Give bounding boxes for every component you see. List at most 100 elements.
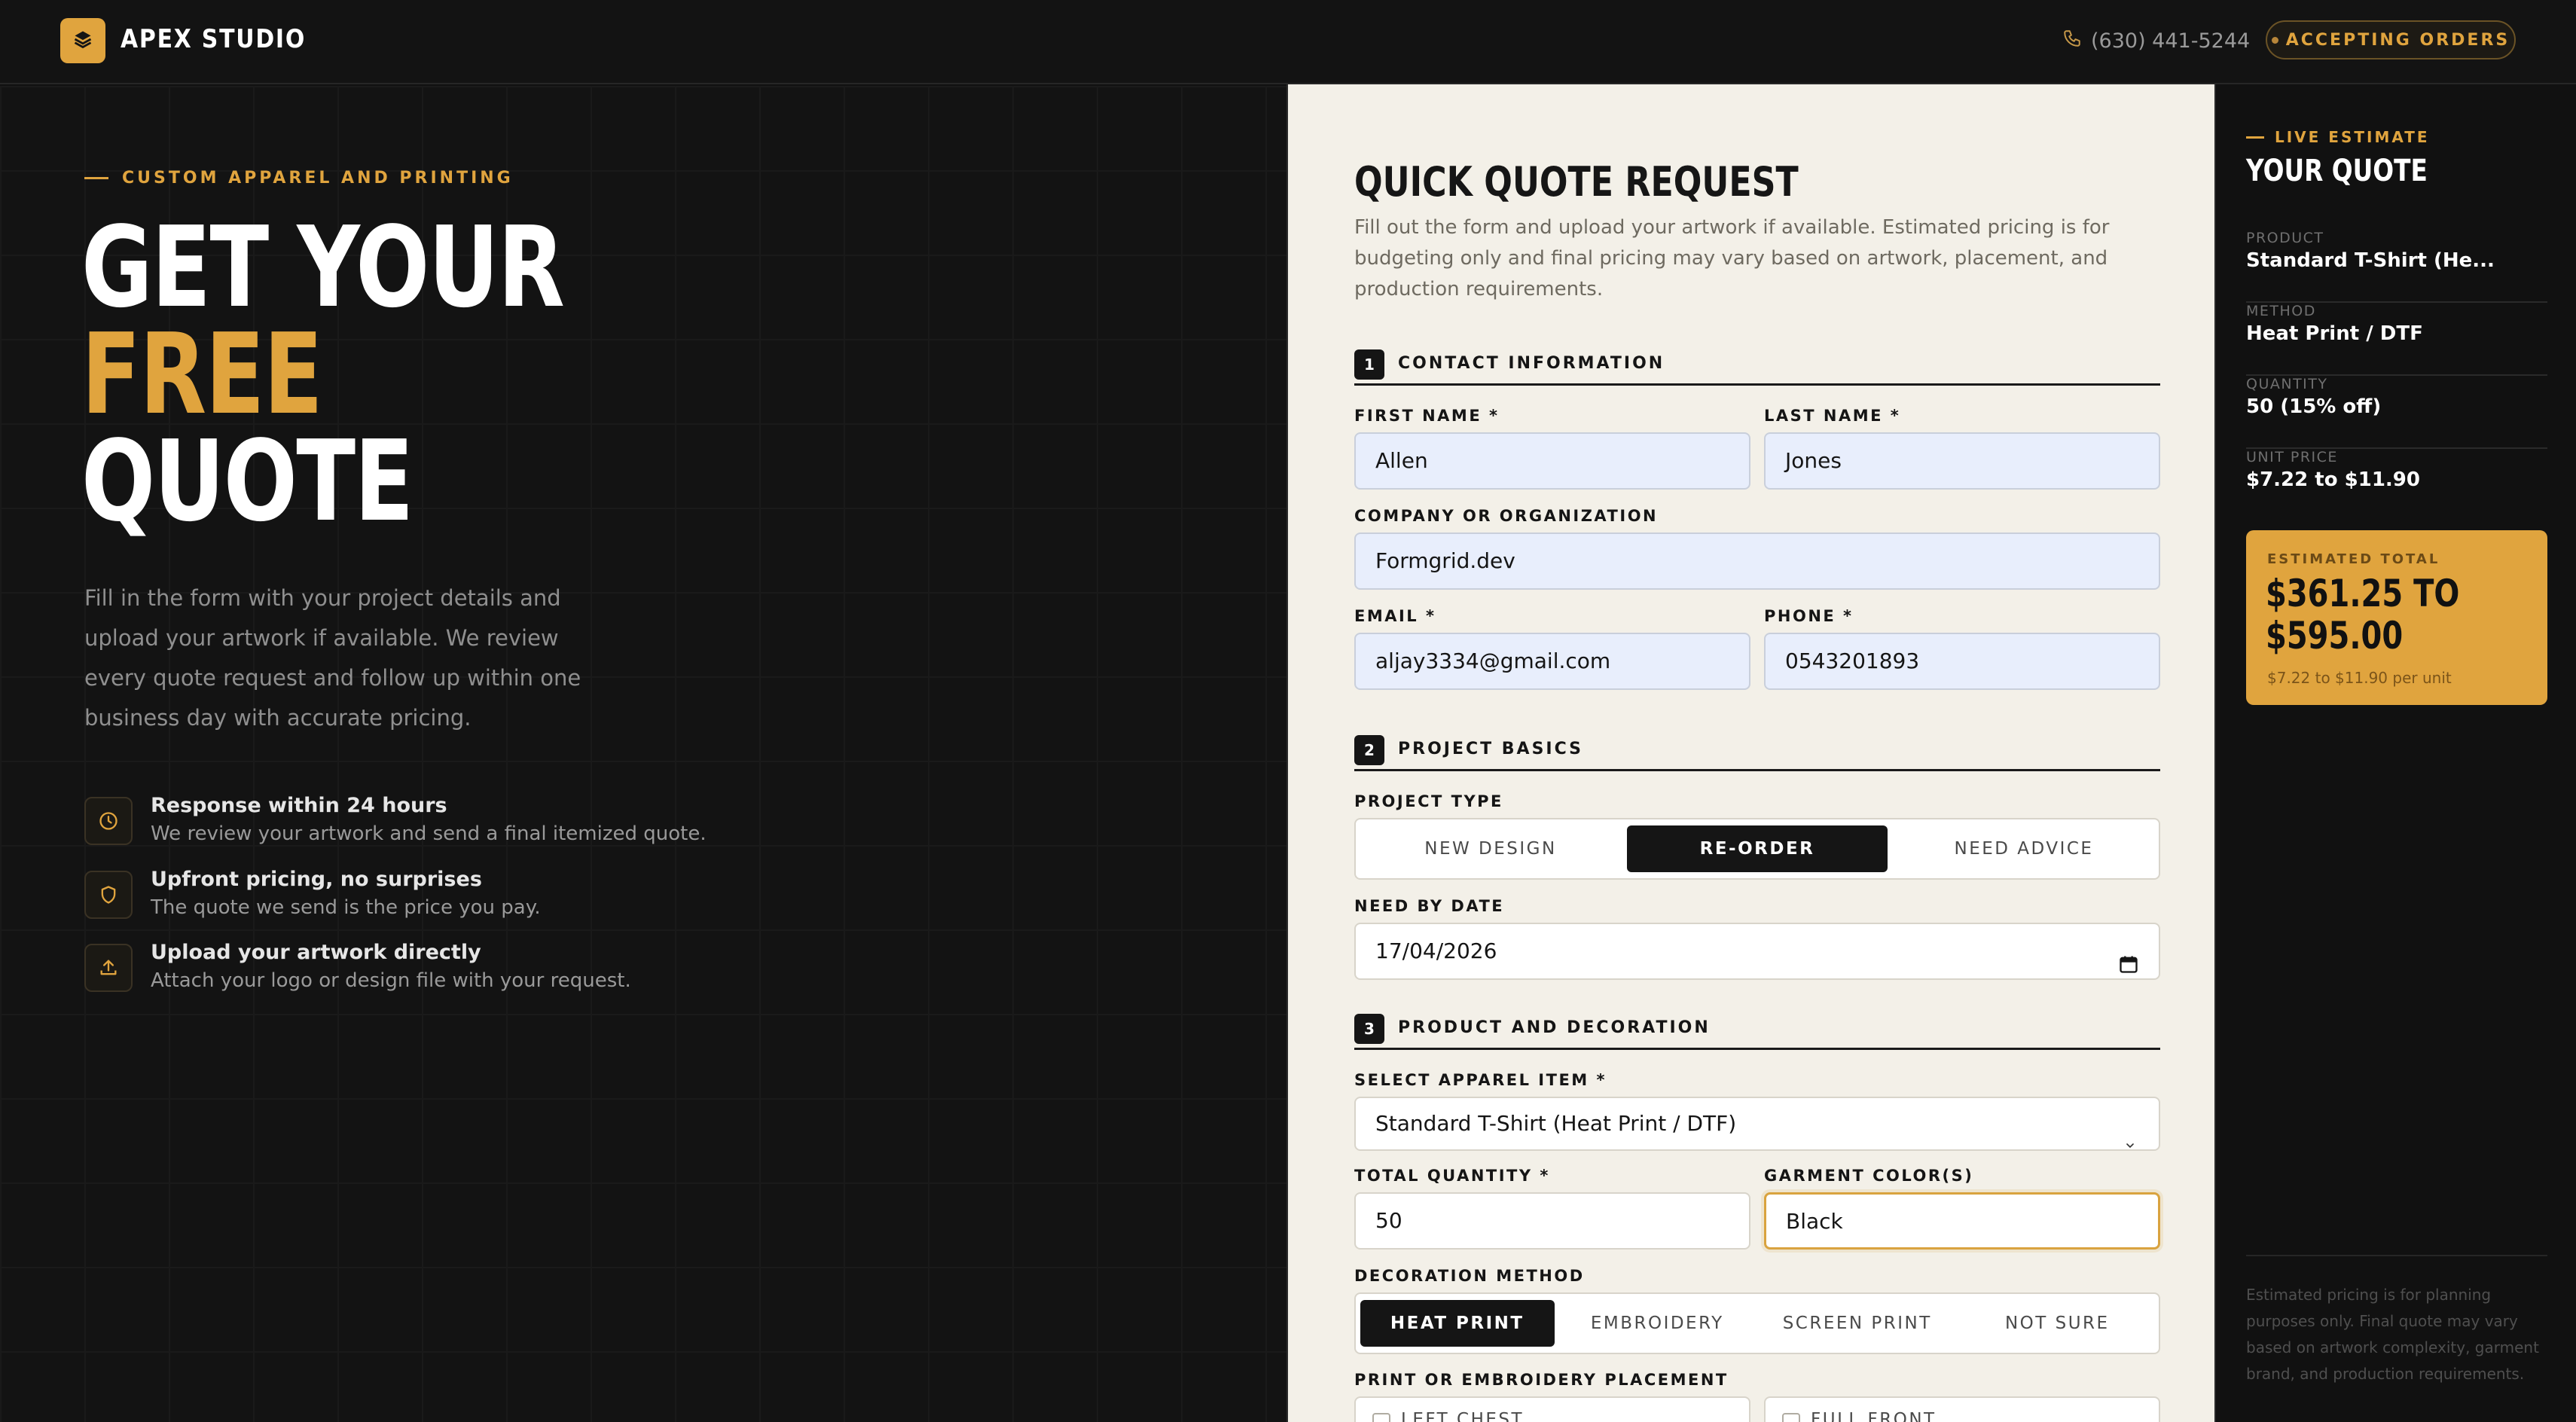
layers-icon	[72, 29, 93, 53]
apparel-item-label: SELECT APPAREL ITEM *	[1354, 1071, 1607, 1089]
checkbox[interactable]	[1782, 1413, 1800, 1422]
need-by-date-label: NEED BY DATE	[1354, 897, 1505, 915]
estimate-row-quantity: QUANTITY 50 (15% off)	[2246, 376, 2547, 449]
clock-icon	[84, 797, 133, 845]
estimate-value: $7.22 to $11.90	[2246, 468, 2420, 491]
quantity-field[interactable]: 50	[1354, 1192, 1750, 1250]
form-description: Fill out the form and upload your artwor…	[1354, 216, 2110, 301]
hero-eyebrow: CUSTOM APPAREL AND PRINTING	[84, 169, 514, 188]
estimate-row-method: METHOD Heat Print / DTF	[2246, 303, 2547, 376]
section-number: 2	[1354, 735, 1384, 765]
estimated-total-label: ESTIMATED TOTAL	[2267, 551, 2440, 567]
last-name-field[interactable]: Jones	[1764, 432, 2160, 490]
live-estimate-panel: LIVE ESTIMATE YOUR QUOTE PRODUCT Standar…	[2217, 84, 2576, 1422]
eyebrow-dash	[2246, 136, 2264, 139]
estimate-key: METHOD	[2246, 303, 2316, 319]
placement-option-label: FULL FRONT	[1811, 1410, 1937, 1422]
hero-title-line-1: GET YOUR	[81, 203, 565, 332]
phone-label: PHONE *	[1764, 607, 1854, 625]
estimate-value: 50 (15% off)	[2246, 395, 2382, 418]
checkbox[interactable]	[1372, 1413, 1390, 1422]
email-field[interactable]: aljay3334@gmail.com	[1354, 633, 1750, 690]
section-contact-information: 1 CONTACT INFORMATION	[1354, 343, 2160, 386]
status-badge: ACCEPTING ORDERS	[2266, 20, 2516, 60]
estimated-total-value: $361.25 TO $595.00	[2266, 572, 2543, 657]
shield-icon	[84, 871, 133, 919]
hero-title: GET YOUR FREE QUOTE	[81, 203, 610, 537]
section-number: 1	[1354, 349, 1384, 380]
estimated-total-per-unit: $7.22 to $11.90 per unit	[2267, 669, 2452, 687]
estimate-row-product: PRODUCT Standard T-Shirt (He...	[2246, 230, 2547, 303]
placement-option-label: LEFT CHEST	[1401, 1410, 1525, 1422]
phone-icon	[2062, 29, 2082, 53]
project-type-re-order[interactable]: RE-ORDER	[1627, 825, 1888, 872]
feature-item: Response within 24 hours We review your …	[84, 794, 838, 854]
placement-full-front[interactable]: FULL FRONT	[1764, 1396, 2160, 1422]
decoration-not-sure[interactable]: NOT SURE	[1961, 1300, 2155, 1347]
email-label: EMAIL *	[1354, 607, 1436, 625]
estimated-total-line-2: $595.00	[2266, 614, 2404, 658]
quantity-label: TOTAL QUANTITY *	[1354, 1167, 1550, 1185]
section-title: PROJECT BASICS	[1398, 740, 1584, 758]
estimate-eyebrow-text: LIVE ESTIMATE	[2275, 128, 2430, 146]
phone-field[interactable]: 0543201893	[1764, 633, 2160, 690]
need-by-date-value: 17/04/2026	[1375, 938, 1497, 963]
feature-title: Upload your artwork directly	[151, 941, 481, 964]
estimate-row-unit-price: UNIT PRICE $7.22 to $11.90	[2246, 449, 2547, 522]
estimate-key: QUANTITY	[2246, 376, 2328, 392]
estimate-key: UNIT PRICE	[2246, 449, 2338, 465]
estimated-total-card: ESTIMATED TOTAL $361.25 TO $595.00 $7.22…	[2246, 530, 2547, 705]
need-by-date-field[interactable]: 17/04/2026	[1354, 923, 2160, 980]
feature-title: Upfront pricing, no surprises	[151, 868, 482, 891]
decoration-screen-print[interactable]: SCREEN PRINT	[1760, 1300, 1955, 1347]
logo[interactable]	[60, 18, 105, 63]
phone-number: (630) 441-5244	[2091, 29, 2251, 53]
phone-link[interactable]: (630) 441-5244	[2062, 26, 2250, 56]
calendar-icon[interactable]	[2118, 941, 2139, 978]
brand-name[interactable]: APEX STUDIO	[121, 21, 306, 57]
section-title: CONTACT INFORMATION	[1398, 354, 1665, 373]
decoration-heat-print[interactable]: HEAT PRINT	[1360, 1300, 1555, 1347]
decoration-method-label: DECORATION METHOD	[1354, 1267, 1585, 1285]
placement-left-chest[interactable]: LEFT CHEST	[1354, 1396, 1750, 1422]
garment-colors-field[interactable]: Black	[1764, 1192, 2160, 1250]
status-badge-label: ACCEPTING ORDERS	[2285, 30, 2510, 50]
decoration-method-selector: HEAT PRINT EMBROIDERY SCREEN PRINT NOT S…	[1354, 1292, 2160, 1354]
garment-colors-label: GARMENT COLOR(S)	[1764, 1167, 1974, 1185]
section-number: 3	[1354, 1014, 1384, 1044]
eyebrow-dash	[84, 177, 108, 179]
project-type-new-design[interactable]: NEW DESIGN	[1360, 825, 1621, 872]
project-type-need-advice[interactable]: NEED ADVICE	[1894, 825, 2154, 872]
hero-description: Fill in the form with your project detai…	[84, 585, 581, 731]
hero-title-line-2: FREE	[81, 310, 323, 439]
first-name-label: FIRST NAME *	[1354, 407, 1500, 425]
estimate-eyebrow: LIVE ESTIMATE	[2246, 128, 2430, 146]
hero-eyebrow-text: CUSTOM APPAREL AND PRINTING	[122, 169, 514, 188]
project-type-selector: NEW DESIGN RE-ORDER NEED ADVICE	[1354, 818, 2160, 880]
first-name-field[interactable]: Allen	[1354, 432, 1750, 490]
apparel-item-select[interactable]: Standard T-Shirt (Heat Print / DTF)	[1354, 1097, 2160, 1151]
feature-subtitle: We review your artwork and send a final …	[151, 822, 707, 845]
quote-form: QUICK QUOTE REQUEST Fill out the form an…	[1286, 84, 2216, 1422]
upload-icon	[84, 944, 133, 992]
section-product-and-decoration: 3 PRODUCT AND DECORATION	[1354, 1008, 2160, 1050]
feature-item: Upfront pricing, no surprises The quote …	[84, 868, 838, 928]
project-type-label: PROJECT TYPE	[1354, 792, 1503, 810]
status-dot	[2271, 36, 2278, 44]
feature-subtitle: Attach your logo or design file with you…	[151, 969, 631, 992]
section-project-basics: 2 PROJECT BASICS	[1354, 729, 2160, 771]
hero-section: CUSTOM APPAREL AND PRINTING GET YOUR FRE…	[0, 86, 1286, 1422]
feature-title: Response within 24 hours	[151, 794, 447, 817]
estimate-value: Standard T-Shirt (He...	[2246, 249, 2495, 272]
feature-subtitle: The quote we send is the price you pay.	[151, 896, 541, 919]
apparel-item-value: Standard T-Shirt (Heat Print / DTF)	[1375, 1111, 1737, 1136]
top-bar: APEX STUDIO (630) 441-5244 ACCEPTING ORD…	[0, 0, 2576, 84]
decoration-embroidery[interactable]: EMBROIDERY	[1561, 1300, 1755, 1347]
last-name-label: LAST NAME *	[1764, 407, 1901, 425]
company-field[interactable]: Formgrid.dev	[1354, 532, 2160, 590]
form-title: QUICK QUOTE REQUEST	[1354, 158, 1799, 206]
estimated-total-line-1: $361.25 TO	[2266, 572, 2460, 615]
feature-item: Upload your artwork directly Attach your…	[84, 941, 838, 1001]
estimate-disclaimer: Estimated pricing is for planning purpos…	[2246, 1255, 2547, 1387]
estimate-title: YOUR QUOTE	[2246, 154, 2428, 188]
